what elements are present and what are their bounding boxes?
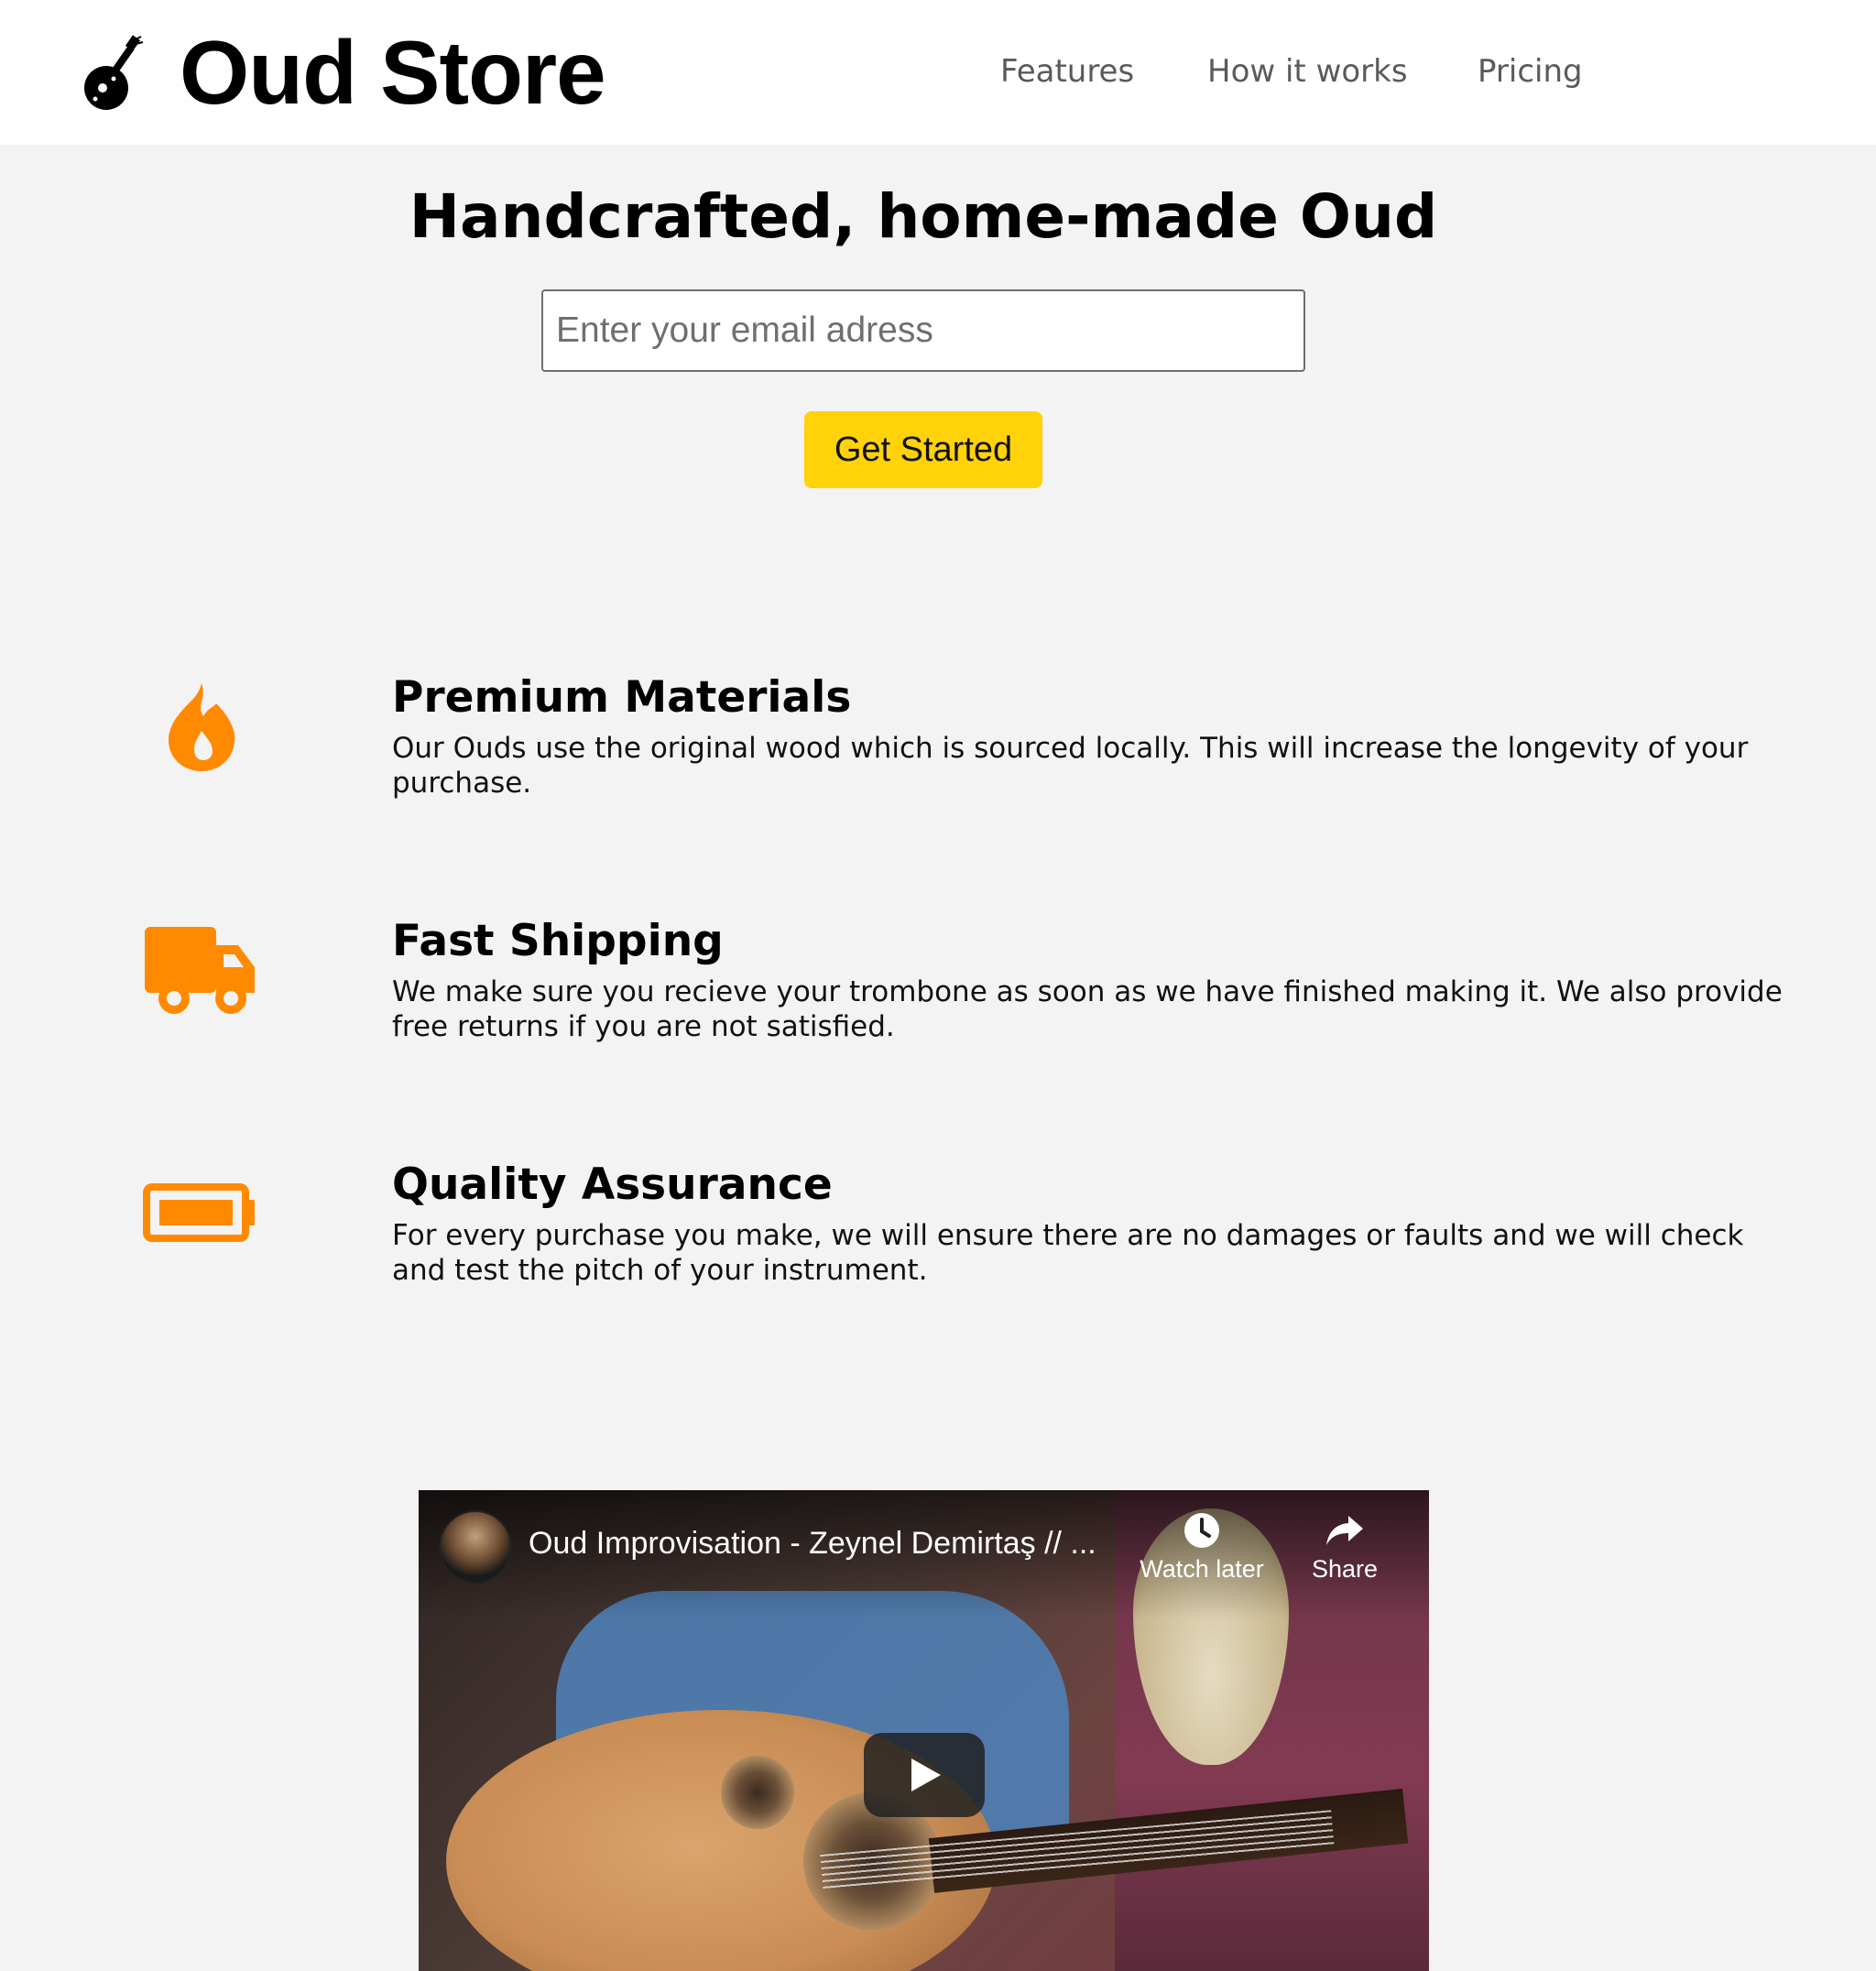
feature-title: Premium Materials	[392, 672, 852, 723]
feature-text: We make sure you recieve your trombone a…	[392, 975, 1783, 1043]
brand-name[interactable]: Oud Store	[180, 22, 606, 123]
hero-title: Handcrafted, home-made Oud	[409, 181, 1438, 252]
truck-icon	[145, 927, 255, 1014]
share-label: Share	[1311, 1555, 1379, 1583]
watch-later-label: Watch later	[1140, 1555, 1264, 1583]
feature-title: Fast Shipping	[392, 916, 724, 966]
battery-icon	[143, 1183, 255, 1242]
nav-features[interactable]: Features	[1000, 51, 1134, 92]
fire-icon	[169, 683, 235, 771]
channel-avatar[interactable]	[439, 1510, 512, 1584]
feature-text: For every purchase you make, we will ens…	[392, 1219, 1744, 1287]
site-header: Oud Store Features How it works Pricing	[0, 0, 1876, 145]
play-icon	[911, 1759, 941, 1791]
nav-pricing[interactable]: Pricing	[1478, 51, 1583, 92]
play-button[interactable]	[864, 1733, 985, 1817]
email-input[interactable]	[541, 289, 1305, 372]
video-title[interactable]: Oud Improvisation - Zeynel Demirtaş // .…	[529, 1523, 1096, 1563]
feature-text: Our Ouds use the original wood which is …	[392, 732, 1749, 800]
share-icon	[1326, 1516, 1363, 1545]
nav-how-it-works[interactable]: How it works	[1207, 51, 1408, 92]
get-started-button[interactable]: Get Started	[804, 411, 1042, 488]
watch-later-button[interactable]: Watch later	[1133, 1510, 1271, 1584]
clock-icon	[1184, 1513, 1219, 1548]
video-embed[interactable]: Oud Improvisation - Zeynel Demirtaş // .…	[419, 1490, 1429, 1971]
oud-icon[interactable]	[81, 35, 147, 112]
share-button[interactable]: Share	[1276, 1510, 1413, 1584]
feature-title: Quality Assurance	[392, 1160, 833, 1210]
